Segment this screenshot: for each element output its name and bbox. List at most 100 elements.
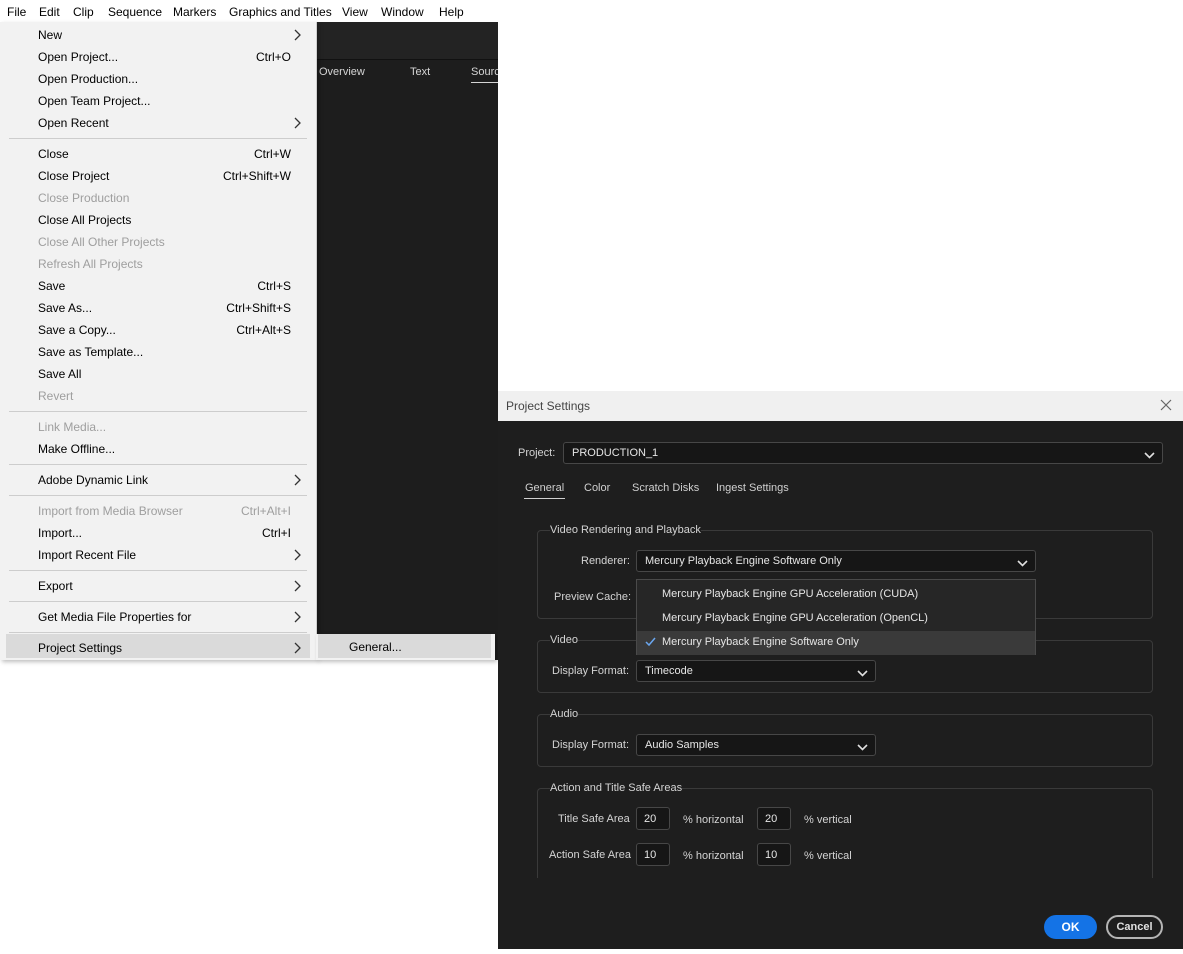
title-safe-vertical-unit: % vertical bbox=[804, 814, 852, 826]
submenu-item-general[interactable]: General... bbox=[349, 640, 402, 654]
menu-item-open-team-project[interactable]: Open Team Project... bbox=[38, 94, 151, 108]
action-safe-label: Action Safe Area bbox=[549, 849, 631, 861]
title-safe-horizontal-unit: % horizontal bbox=[683, 814, 744, 826]
audio-display-format-select[interactable]: Audio Samples bbox=[636, 734, 876, 756]
action-safe-vertical-unit: % vertical bbox=[804, 850, 852, 862]
action-safe-horizontal-input[interactable]: 10 bbox=[636, 843, 670, 866]
tab-color[interactable]: Color bbox=[584, 482, 610, 494]
renderer-option-opencl[interactable]: Mercury Playback Engine GPU Acceleration… bbox=[637, 607, 1035, 631]
action-safe-vertical-value: 10 bbox=[765, 849, 778, 861]
title-safe-horizontal-input[interactable]: 20 bbox=[636, 807, 670, 830]
checkmark-icon bbox=[645, 636, 656, 647]
menu-edit[interactable]: Edit bbox=[39, 5, 60, 19]
menu-item-save-all[interactable]: Save All bbox=[38, 367, 81, 381]
renderer-dropdown-list: Mercury Playback Engine GPU Acceleration… bbox=[636, 579, 1036, 655]
menu-window[interactable]: Window bbox=[381, 5, 424, 19]
menu-item-new[interactable]: New bbox=[38, 28, 62, 42]
section-title-audio: Audio bbox=[550, 708, 579, 720]
action-safe-vertical-input[interactable]: 10 bbox=[757, 843, 791, 866]
renderer-select[interactable]: Mercury Playback Engine Software Only bbox=[636, 550, 1036, 572]
menu-item-open-recent[interactable]: Open Recent bbox=[38, 116, 109, 130]
menu-view[interactable]: View bbox=[342, 5, 368, 19]
project-settings-dialog: Project Settings Project: PRODUCTION_1 G… bbox=[498, 391, 1183, 949]
menu-item-open-project[interactable]: Open Project... bbox=[38, 50, 118, 64]
chevron-right-icon bbox=[293, 549, 302, 561]
menu-item-close-project[interactable]: Close Project bbox=[38, 169, 109, 183]
menu-separator bbox=[9, 570, 307, 571]
shortcut-save-a-copy: Ctrl+Alt+S bbox=[236, 323, 291, 337]
file-menu: New Open Project... Ctrl+O Open Producti… bbox=[0, 22, 317, 660]
menu-item-export[interactable]: Export bbox=[38, 579, 73, 593]
ok-button[interactable]: OK bbox=[1044, 915, 1097, 939]
title-safe-vertical-input[interactable]: 20 bbox=[757, 807, 791, 830]
section-title-video-rendering: Video Rendering and Playback bbox=[550, 524, 701, 536]
project-label: Project: bbox=[518, 447, 556, 459]
renderer-value: Mercury Playback Engine Software Only bbox=[645, 555, 842, 567]
menu-bar: File Edit Clip Sequence Markers Graphics… bbox=[0, 0, 498, 22]
shortcut-close: Ctrl+W bbox=[254, 147, 291, 161]
tab-scratch-disks[interactable]: Scratch Disks bbox=[632, 482, 699, 494]
ok-button-label: OK bbox=[1061, 920, 1080, 934]
menu-graphics-and-titles[interactable]: Graphics and Titles bbox=[229, 5, 332, 19]
tab-general[interactable]: General bbox=[525, 482, 564, 494]
video-display-format-label: Display Format: bbox=[552, 665, 630, 677]
menu-item-import-from-media-browser: Import from Media Browser bbox=[38, 504, 183, 518]
menu-item-close[interactable]: Close bbox=[38, 147, 69, 161]
menu-item-save-a-copy[interactable]: Save a Copy... bbox=[38, 323, 116, 337]
menu-file[interactable]: File bbox=[7, 5, 26, 19]
menu-item-import[interactable]: Import... bbox=[38, 526, 82, 540]
menu-sequence[interactable]: Sequence bbox=[108, 5, 162, 19]
video-display-format-select[interactable]: Timecode bbox=[636, 660, 876, 682]
section-title-safe-areas: Action and Title Safe Areas bbox=[550, 782, 683, 794]
renderer-label: Renderer: bbox=[581, 555, 630, 567]
menu-item-save-as-template[interactable]: Save as Template... bbox=[38, 345, 143, 359]
menu-item-get-media-file-properties[interactable]: Get Media File Properties for bbox=[38, 610, 191, 624]
menu-item-close-all-projects[interactable]: Close All Projects bbox=[38, 213, 131, 227]
chevron-right-icon bbox=[293, 474, 302, 486]
active-tab-underline bbox=[471, 82, 498, 83]
tab-ingest-settings[interactable]: Ingest Settings bbox=[716, 482, 789, 494]
safe-areas-section bbox=[537, 788, 1153, 878]
close-icon[interactable] bbox=[1159, 398, 1173, 412]
app-tab-text[interactable]: Text bbox=[410, 66, 430, 78]
menu-item-open-production[interactable]: Open Production... bbox=[38, 72, 138, 86]
menu-separator bbox=[9, 632, 307, 633]
menu-item-adobe-dynamic-link[interactable]: Adobe Dynamic Link bbox=[38, 473, 148, 487]
title-safe-vertical-value: 20 bbox=[765, 813, 778, 825]
renderer-option-cuda[interactable]: Mercury Playback Engine GPU Acceleration… bbox=[637, 583, 1035, 607]
menu-item-project-settings[interactable]: Project Settings bbox=[38, 641, 122, 655]
app-tab-source[interactable]: Source bbox=[471, 66, 498, 78]
chevron-down-icon bbox=[857, 741, 868, 751]
video-display-format-value: Timecode bbox=[645, 665, 693, 677]
cancel-button-label: Cancel bbox=[1116, 921, 1153, 933]
cancel-button[interactable]: Cancel bbox=[1106, 915, 1163, 939]
app-header-strip bbox=[316, 22, 498, 60]
menu-item-import-recent-file[interactable]: Import Recent File bbox=[38, 548, 136, 562]
menu-item-close-all-other-projects: Close All Other Projects bbox=[38, 235, 165, 249]
menu-clip[interactable]: Clip bbox=[73, 5, 94, 19]
menu-item-revert: Revert bbox=[38, 389, 74, 403]
menu-item-save-as[interactable]: Save As... bbox=[38, 301, 92, 315]
dialog-titlebar: Project Settings bbox=[498, 391, 1183, 421]
chevron-right-icon bbox=[293, 580, 302, 592]
renderer-option-software-only[interactable]: Mercury Playback Engine Software Only bbox=[637, 631, 1035, 655]
chevron-down-icon bbox=[857, 667, 868, 677]
title-safe-horizontal-value: 20 bbox=[644, 813, 657, 825]
project-value: PRODUCTION_1 bbox=[572, 447, 659, 459]
shortcut-open-project: Ctrl+O bbox=[255, 50, 291, 64]
menu-separator bbox=[9, 138, 307, 139]
title-safe-label: Title Safe Area bbox=[558, 813, 630, 825]
menu-help[interactable]: Help bbox=[439, 5, 464, 19]
project-select[interactable]: PRODUCTION_1 bbox=[563, 442, 1163, 464]
menu-item-link-media: Link Media... bbox=[38, 420, 107, 434]
chevron-right-icon bbox=[293, 611, 302, 623]
menu-markers[interactable]: Markers bbox=[173, 5, 216, 19]
action-safe-horizontal-unit: % horizontal bbox=[683, 850, 744, 862]
menu-item-save[interactable]: Save bbox=[38, 279, 65, 293]
shortcut-close-project: Ctrl+Shift+W bbox=[222, 169, 291, 183]
app-tab-overview[interactable]: Overview bbox=[319, 66, 365, 78]
menu-highlight bbox=[318, 634, 491, 658]
menu-separator bbox=[9, 464, 307, 465]
menu-item-make-offline[interactable]: Make Offline... bbox=[38, 442, 115, 456]
audio-display-format-label: Display Format: bbox=[552, 739, 630, 751]
